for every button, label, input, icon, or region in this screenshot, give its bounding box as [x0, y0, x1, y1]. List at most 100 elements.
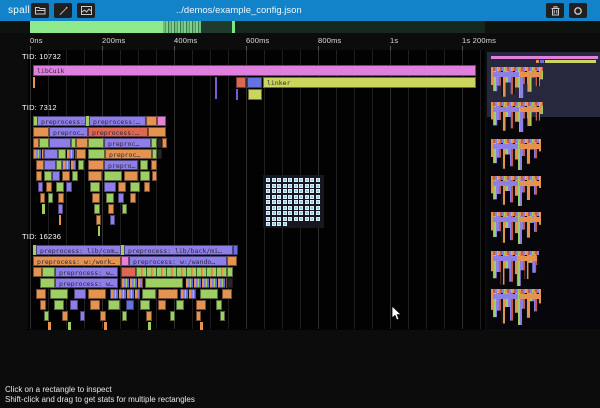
flame-rect[interactable]: preprocess: w:/work…	[33, 256, 121, 266]
flame-rect[interactable]	[110, 289, 140, 299]
flame-rect[interactable]	[220, 311, 225, 321]
flame-rect[interactable]	[90, 300, 100, 310]
flame-rect[interactable]	[176, 300, 184, 310]
flame-rect[interactable]	[58, 193, 64, 203]
flame-rect[interactable]	[52, 171, 60, 181]
flame-rect[interactable]	[104, 322, 107, 330]
flame-rect[interactable]	[36, 160, 44, 170]
flame-rect[interactable]	[96, 215, 101, 225]
flame-rect[interactable]	[88, 289, 106, 299]
flame-rect[interactable]	[40, 193, 45, 203]
flame-rect[interactable]	[122, 311, 127, 321]
flame-rect[interactable]	[140, 160, 148, 170]
flame-rect[interactable]: preprocess: lib/com…	[36, 245, 121, 255]
flame-rect[interactable]	[68, 322, 71, 330]
flame-rect[interactable]	[140, 171, 150, 181]
flame-rect[interactable]	[88, 149, 105, 159]
flame-rect[interactable]	[33, 267, 42, 277]
flame-rect[interactable]	[118, 182, 126, 192]
flame-rect[interactable]: preproc…	[104, 138, 151, 148]
flame-rect[interactable]: linker	[263, 77, 476, 88]
flame-rect[interactable]	[215, 77, 217, 99]
flame-rect[interactable]	[248, 89, 262, 100]
flame-rect[interactable]	[94, 204, 100, 214]
flame-rect[interactable]	[90, 182, 100, 192]
flame-rect[interactable]	[66, 149, 76, 159]
flame-rect[interactable]	[58, 204, 63, 214]
flame-rect[interactable]: preprocess: lib/back/mi…	[124, 245, 233, 255]
flame-rect[interactable]	[227, 278, 233, 288]
flame-rect[interactable]	[44, 149, 58, 159]
flame-rect[interactable]	[130, 193, 136, 203]
flame-rect[interactable]	[146, 311, 152, 321]
flame-rect[interactable]	[36, 289, 46, 299]
flame-rect[interactable]	[49, 138, 71, 148]
open-file-button[interactable]	[31, 3, 49, 18]
flame-rect[interactable]	[80, 311, 85, 321]
flame-rect[interactable]	[121, 256, 129, 266]
flame-rect[interactable]	[62, 311, 68, 321]
flame-rect[interactable]	[196, 300, 206, 310]
flame-rect[interactable]	[44, 171, 52, 181]
flame-rect[interactable]	[54, 300, 64, 310]
flame-rect[interactable]	[74, 289, 86, 299]
flame-rect[interactable]	[38, 182, 43, 192]
flame-rect[interactable]	[48, 193, 53, 203]
flame-rect[interactable]	[50, 289, 68, 299]
minimap[interactable]	[487, 52, 600, 329]
flame-rect[interactable]	[148, 322, 151, 330]
flame-rect[interactable]	[130, 182, 140, 192]
flame-rect[interactable]: preprocess: w…	[55, 278, 118, 288]
flame-rect[interactable]	[46, 182, 52, 192]
flame-rect[interactable]	[78, 160, 84, 170]
flame-rect[interactable]: preprocess:…	[37, 116, 86, 126]
flame-rect[interactable]	[98, 226, 100, 236]
flame-rect[interactable]	[44, 311, 49, 321]
flame-rect[interactable]: preprocess:…	[88, 127, 148, 137]
timeline-ruler[interactable]: 0ns200ms400ms600ms800ms1s1s 200ms	[0, 33, 600, 50]
flame-rect[interactable]	[158, 300, 166, 310]
flame-rect[interactable]: preproc…	[105, 149, 152, 159]
flame-rect[interactable]	[88, 171, 102, 181]
flame-rect[interactable]: prepro…	[104, 160, 138, 170]
flame-rect[interactable]	[70, 300, 78, 310]
flame-rect[interactable]	[216, 300, 222, 310]
flame-rect[interactable]	[40, 300, 46, 310]
flame-rect[interactable]	[185, 278, 227, 288]
flame-rect[interactable]	[222, 289, 232, 299]
flame-rect[interactable]	[59, 215, 61, 225]
flame-rect[interactable]	[88, 138, 104, 148]
flame-rect[interactable]	[62, 160, 76, 170]
flame-rect[interactable]: libCuik	[33, 65, 476, 76]
flame-rect[interactable]	[152, 171, 157, 181]
flame-rect[interactable]	[236, 89, 238, 100]
flame-rect[interactable]	[227, 256, 237, 266]
settings-button[interactable]	[569, 3, 587, 18]
edit-button[interactable]	[54, 3, 72, 18]
flame-rect[interactable]	[233, 245, 238, 255]
flame-rect[interactable]	[104, 171, 122, 181]
flame-rect[interactable]	[58, 149, 66, 159]
flame-rect[interactable]	[88, 160, 104, 170]
flame-rect[interactable]	[121, 267, 136, 277]
flame-rect[interactable]	[36, 171, 42, 181]
flame-rect[interactable]	[146, 116, 157, 126]
flame-rect[interactable]	[92, 193, 100, 203]
flame-rect[interactable]	[33, 127, 49, 137]
flame-rect[interactable]	[42, 204, 45, 214]
flame-rect[interactable]	[196, 311, 201, 321]
flame-rect[interactable]	[62, 171, 70, 181]
flame-rect[interactable]	[227, 267, 233, 277]
flame-rect[interactable]: preprocess: w:/wando…	[129, 256, 227, 266]
flame-rect[interactable]	[162, 138, 167, 148]
flame-rect[interactable]	[170, 311, 175, 321]
flame-rect[interactable]	[157, 149, 162, 159]
flame-rect[interactable]: preproc…	[49, 127, 88, 137]
flame-rect[interactable]	[76, 149, 86, 159]
flame-rect[interactable]	[136, 267, 227, 277]
flame-rect[interactable]	[121, 278, 143, 288]
flame-rect[interactable]	[39, 138, 49, 148]
delete-button[interactable]	[546, 3, 564, 18]
flame-rect[interactable]	[140, 300, 150, 310]
flame-rect[interactable]	[144, 182, 150, 192]
